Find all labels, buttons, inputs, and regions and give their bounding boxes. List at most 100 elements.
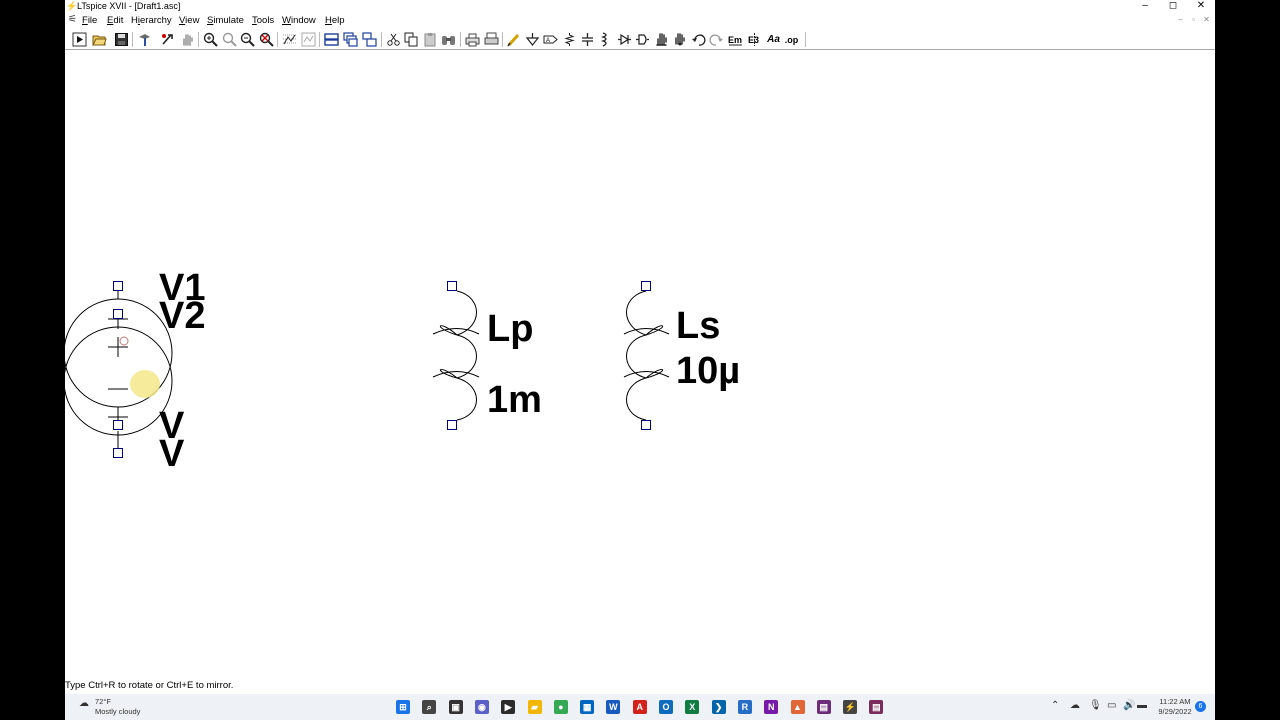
app-purple-icon[interactable]: ▤ [815, 698, 833, 716]
cascade-icon[interactable] [342, 31, 359, 48]
volume-icon[interactable]: 🔊 [1123, 700, 1135, 711]
ltspice-task-icon[interactable]: ⚡ [841, 698, 859, 716]
paste-icon[interactable] [422, 31, 439, 48]
text-icon[interactable]: Aa [765, 31, 782, 48]
word-icon[interactable]: W [604, 698, 622, 716]
pin-boxes-lp[interactable] [447, 281, 457, 430]
chat-icon[interactable]: ◉ [473, 698, 491, 716]
terminal-icon[interactable]: ▶ [499, 698, 517, 716]
pin-boxes-ls[interactable] [641, 281, 651, 430]
notification-badge[interactable]: 6 [1195, 701, 1206, 712]
cut-icon[interactable] [385, 31, 402, 48]
store-icon[interactable]: ▦ [578, 698, 596, 716]
draw-wire-icon[interactable] [505, 31, 522, 48]
resistor-icon[interactable] [561, 31, 578, 48]
menu-hierarchy[interactable]: Hierarchy [131, 15, 172, 27]
search-icon[interactable]: ⌕ [420, 698, 438, 716]
microphone-icon[interactable]: 🎙 [1089, 700, 1102, 711]
tile-vertical-icon[interactable] [361, 31, 378, 48]
battery-icon[interactable]: ▬ [1137, 700, 1147, 711]
zoom-cancel-icon[interactable] [258, 31, 275, 48]
component-icon[interactable] [634, 31, 651, 48]
menu-edit[interactable]: Edit [107, 15, 123, 27]
waveform-icon[interactable] [300, 31, 317, 48]
toolbar: A Em E3 Aa .op [65, 29, 1215, 50]
run-icon[interactable] [71, 31, 88, 48]
drag-icon[interactable] [671, 31, 688, 48]
onenote-icon[interactable]: N [762, 698, 780, 716]
close-button[interactable]: ✕ [1187, 0, 1215, 13]
weather-temp[interactable]: 72°F [95, 697, 111, 706]
inductor-name-ls[interactable]: Ls [676, 307, 720, 345]
schematic-drawing [65, 281, 670, 458]
clock-date[interactable]: 9/29/2022 [1155, 707, 1195, 716]
menu-help[interactable]: Help [325, 15, 345, 27]
schematic-canvas[interactable]: V1 V2 V V Lp 1m Ls 10µ [65, 51, 1215, 678]
mirror-icon[interactable]: E3 [746, 31, 763, 48]
weather-condition[interactable]: Mostly cloudy [95, 707, 140, 716]
inductor-icon[interactable] [597, 31, 614, 48]
ground-icon[interactable] [524, 31, 541, 48]
label-net-icon[interactable]: A [542, 31, 559, 48]
inductor-lp[interactable] [432, 290, 480, 421]
file-explorer-icon[interactable]: ▰ [526, 698, 544, 716]
inductor-value-lp[interactable]: 1m [487, 381, 542, 419]
excel-icon[interactable]: X [683, 698, 701, 716]
start-icon[interactable]: ⊞ [394, 698, 412, 716]
ltspice-window: ⚡ LTspice XVII - [Draft1.asc] – ◻ ✕ ⚟ Fi… [65, 0, 1215, 694]
save-icon[interactable] [113, 31, 130, 48]
zoom-full-icon[interactable] [239, 31, 256, 48]
pan-icon[interactable] [179, 31, 196, 48]
inductor-value-ls[interactable]: 10µ [676, 352, 740, 390]
chrome-icon[interactable]: ● [552, 698, 570, 716]
source-label-v2[interactable]: V2 [159, 297, 205, 335]
print-icon[interactable] [464, 31, 481, 48]
zoom-out-icon[interactable] [221, 31, 238, 48]
source-value-v2[interactable]: V [159, 435, 184, 473]
app-maroon-icon[interactable]: ▤ [867, 698, 885, 716]
vscode-icon[interactable]: ❯ [710, 698, 728, 716]
inductor-ls[interactable] [623, 290, 670, 421]
task-view-icon[interactable]: ▣ [447, 698, 465, 716]
autorange-icon[interactable] [281, 31, 298, 48]
menu-simulate[interactable]: Simulate [207, 15, 244, 27]
mdi-restore-button[interactable]: ▫ [1188, 15, 1199, 24]
move-icon[interactable] [653, 31, 670, 48]
diode-icon[interactable] [616, 31, 633, 48]
chevron-up-icon[interactable]: ⌃ [1051, 700, 1059, 711]
cursor-ring [119, 336, 129, 346]
redo-icon[interactable] [708, 31, 725, 48]
window-title: LTspice XVII - [Draft1.asc] [77, 1, 181, 11]
menu-tools[interactable]: Tools [252, 15, 274, 27]
network-icon[interactable]: ▭ [1107, 700, 1116, 711]
mdi-minimize-button[interactable]: – [1175, 15, 1186, 24]
spice-directive-icon[interactable]: .op [783, 31, 800, 48]
inductor-name-lp[interactable]: Lp [487, 310, 533, 348]
minimize-button[interactable]: – [1131, 0, 1159, 13]
outlook-icon[interactable]: O [657, 698, 675, 716]
schematic-doc-icon[interactable]: ⚟ [68, 14, 77, 25]
print-setup-icon[interactable] [483, 31, 500, 48]
undo-icon[interactable] [690, 31, 707, 48]
acrobat-icon[interactable]: A [631, 698, 649, 716]
copy-icon[interactable] [403, 31, 420, 48]
menu-window[interactable]: Window [282, 15, 316, 27]
clock-time[interactable]: 11:22 AM [1157, 697, 1193, 706]
open-icon[interactable] [91, 31, 108, 48]
matlab-icon[interactable]: ▲ [789, 698, 807, 716]
mdi-close-button[interactable]: ✕ [1201, 15, 1212, 24]
zoom-in-icon[interactable] [202, 31, 219, 48]
r-icon[interactable]: R [736, 698, 754, 716]
find-icon[interactable] [440, 31, 457, 48]
menu-file[interactable]: File [82, 15, 97, 27]
rotate-icon[interactable]: Em [727, 31, 744, 48]
control-panel-icon[interactable] [136, 31, 153, 48]
capacitor-icon[interactable] [579, 31, 596, 48]
svg-text:A: A [546, 38, 550, 44]
weather-icon[interactable]: ☁ [79, 698, 89, 709]
tile-horizontal-icon[interactable] [323, 31, 340, 48]
onedrive-icon[interactable]: ☁ [1070, 700, 1080, 711]
menu-view[interactable]: View [179, 15, 199, 27]
maximize-button[interactable]: ◻ [1159, 0, 1187, 13]
halt-icon[interactable] [159, 31, 176, 48]
